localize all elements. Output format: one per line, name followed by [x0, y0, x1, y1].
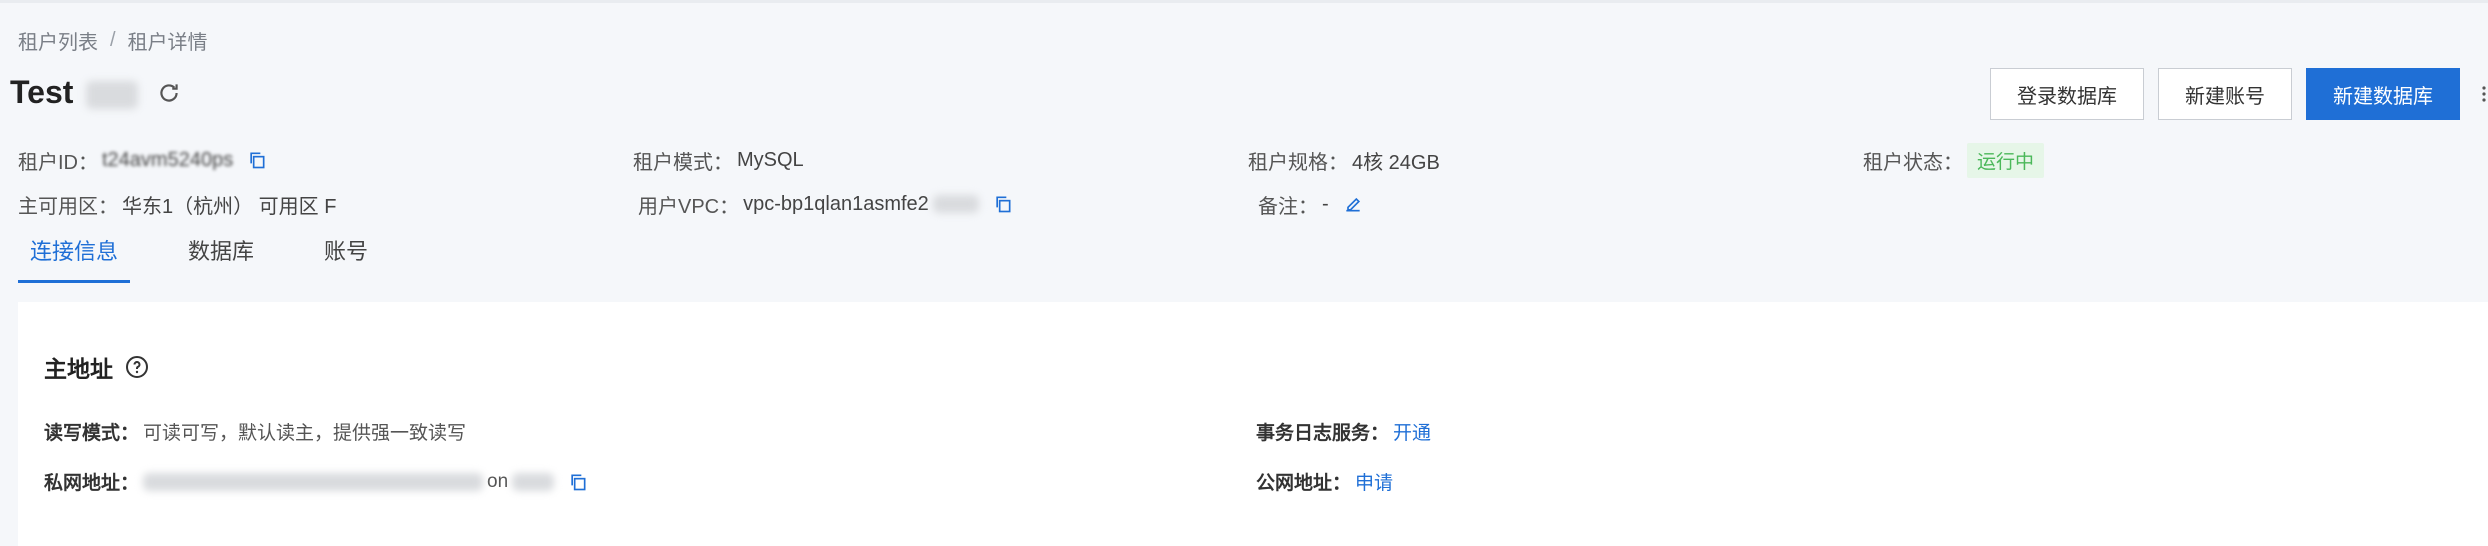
- refresh-icon[interactable]: [156, 80, 182, 106]
- rw-mode-field: 读写模式： 可读可写，默认读主，提供强一致读写: [44, 418, 466, 445]
- copy-icon[interactable]: [993, 194, 1013, 214]
- new-account-button[interactable]: 新建账号: [2158, 68, 2292, 120]
- remark-field: 备注： -: [1258, 190, 1878, 219]
- new-database-button[interactable]: 新建数据库: [2306, 68, 2460, 120]
- copy-icon[interactable]: [247, 150, 267, 170]
- breadcrumb-tenant-list[interactable]: 租户列表: [18, 26, 98, 55]
- tenant-id-label: 租户ID：: [18, 151, 98, 174]
- breadcrumb-tenant-detail: 租户详情: [127, 32, 208, 54]
- tab-connection-info[interactable]: 连接信息: [18, 228, 131, 283]
- section-title-text: 主地址: [44, 356, 113, 382]
- tab-account[interactable]: 账号: [312, 228, 380, 283]
- section-title: 主地址: [44, 350, 149, 384]
- public-address-field: 公网地址： 申请: [1256, 468, 1393, 495]
- tenant-mode-value: MySQL: [737, 148, 804, 171]
- tab-bar: 连接信息 数据库 账号: [18, 228, 380, 283]
- redacted-private-address-suffix: [512, 472, 555, 491]
- more-icon[interactable]: [2480, 84, 2488, 104]
- public-address-apply-link[interactable]: 申请: [1355, 468, 1393, 495]
- public-address-label: 公网地址：: [1256, 473, 1352, 494]
- info-row-1: 租户ID： t24avm5240ps 租户模式： MySQL 租户规格： 4核 …: [18, 138, 2478, 182]
- tenant-status-label: 租户状态：: [1863, 151, 1963, 174]
- redacted-private-address: [143, 472, 484, 491]
- txlog-field: 事务日志服务： 开通: [1256, 418, 1431, 445]
- help-icon[interactable]: [125, 355, 149, 379]
- zone-value: 华东1（杭州） 可用区 F: [122, 195, 337, 218]
- tenant-status-field: 租户状态： 运行中: [1863, 142, 2478, 178]
- remark-value: -: [1322, 192, 1329, 215]
- vpc-label: 用户VPC：: [638, 195, 740, 218]
- page-title: Test: [10, 74, 139, 111]
- txlog-label: 事务日志服务：: [1256, 423, 1390, 444]
- tenant-id-value: t24avm5240ps: [102, 148, 234, 171]
- redacted-title: [86, 80, 139, 109]
- tenant-mode-label: 租户模式：: [633, 151, 733, 174]
- vpc-value: vpc-bp1qlan1asmfe2: [743, 192, 929, 215]
- rw-mode-label: 读写模式：: [44, 423, 140, 444]
- tab-database[interactable]: 数据库: [176, 228, 266, 283]
- title-row: Test: [10, 74, 182, 111]
- action-buttons: 登录数据库 新建账号 新建数据库: [1990, 68, 2460, 120]
- tenant-id-field: 租户ID： t24avm5240ps: [18, 146, 633, 175]
- breadcrumb: 租户列表 / 租户详情: [18, 26, 208, 55]
- private-address-field: 私网地址： on: [44, 468, 588, 495]
- status-badge: 运行中: [1967, 142, 2045, 178]
- private-address-label: 私网地址：: [44, 473, 140, 494]
- tenant-spec-label: 租户规格：: [1248, 151, 1348, 174]
- remark-label: 备注：: [1258, 195, 1318, 218]
- private-address-value: on: [487, 470, 509, 492]
- redacted-vpc: [932, 195, 979, 213]
- tenant-spec-value: 4核 24GB: [1352, 151, 1440, 174]
- txlog-open-link[interactable]: 开通: [1393, 418, 1431, 445]
- top-border: [0, 0, 2488, 3]
- rw-mode-value: 可读可写，默认读主，提供强一致读写: [143, 423, 467, 444]
- tenant-mode-field: 租户模式： MySQL: [633, 146, 1248, 175]
- info-row-2: 主可用区： 华东1（杭州） 可用区 F 用户VPC： vpc-bp1qlan1a…: [18, 182, 2478, 226]
- tenant-spec-field: 租户规格： 4核 24GB: [1248, 146, 1863, 175]
- page-title-text: Test: [10, 74, 74, 110]
- vpc-field: 用户VPC： vpc-bp1qlan1asmfe2: [638, 190, 1258, 219]
- breadcrumb-separator: /: [110, 29, 116, 51]
- copy-icon[interactable]: [568, 472, 588, 492]
- tenant-info: 租户ID： t24avm5240ps 租户模式： MySQL 租户规格： 4核 …: [18, 138, 2478, 226]
- edit-icon[interactable]: [1343, 194, 1363, 214]
- zone-label: 主可用区：: [18, 195, 118, 218]
- connection-panel: 主地址 读写模式： 可读可写，默认读主，提供强一致读写 事务日志服务： 开通 私…: [18, 302, 2488, 546]
- login-database-button[interactable]: 登录数据库: [1990, 68, 2144, 120]
- zone-field: 主可用区： 华东1（杭州） 可用区 F: [18, 190, 638, 219]
